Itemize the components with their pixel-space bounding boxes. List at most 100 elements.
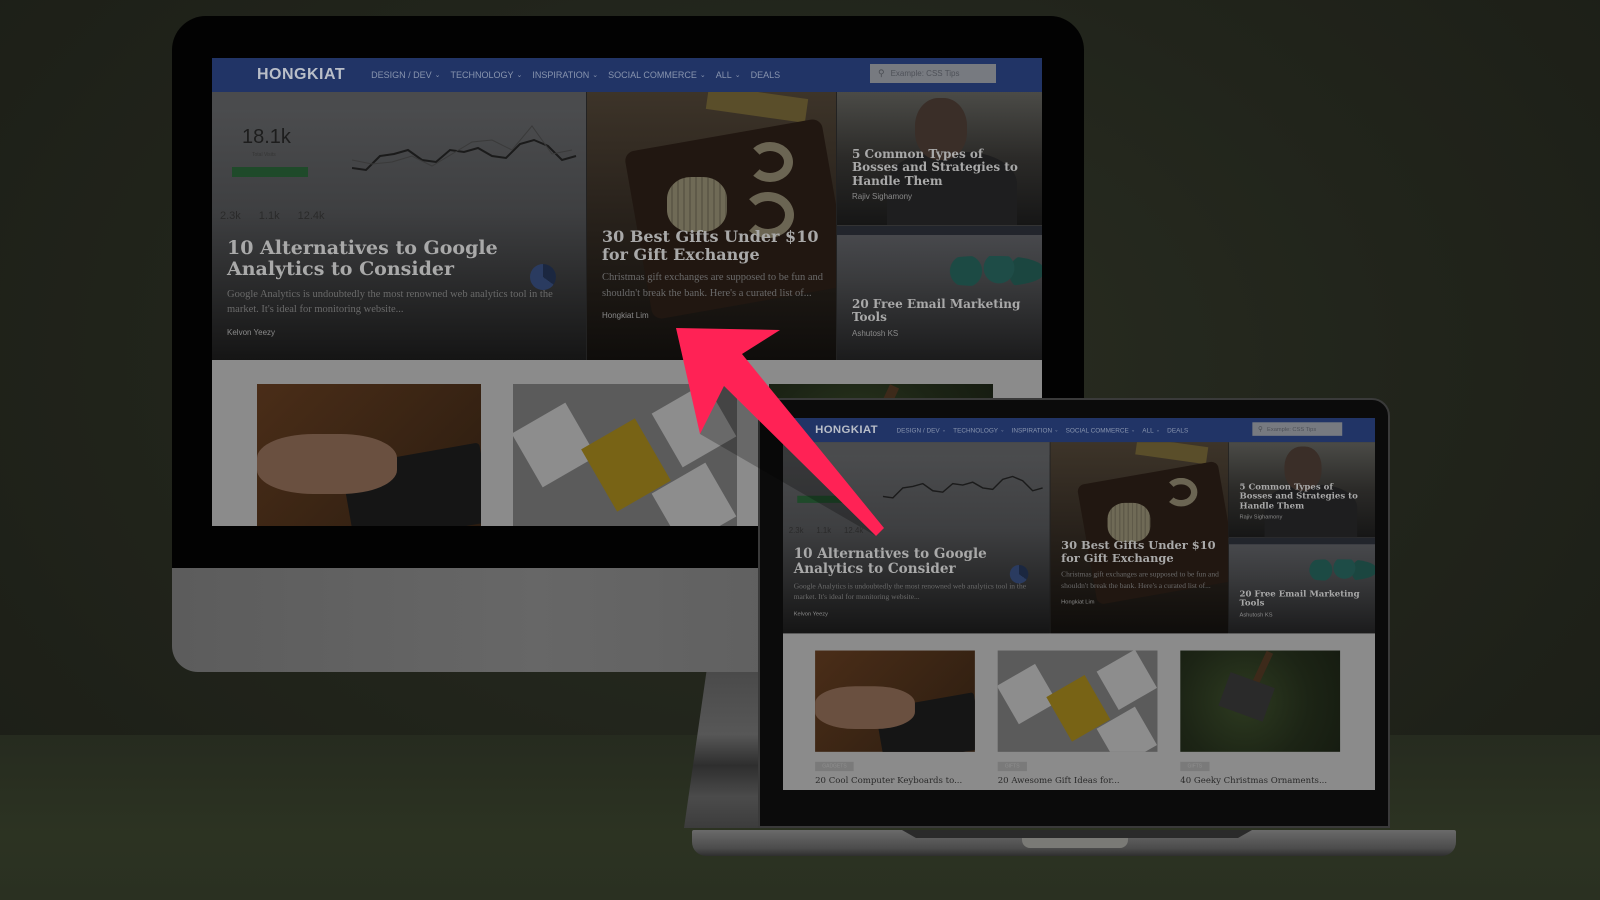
nav-label: DESIGN / DEV — [371, 70, 432, 80]
dashboard-total-visits: 18.1k — [242, 126, 291, 148]
website: HONGKIAT DESIGN / DEV ⌄ TECHNOLOGY ⌄ INSPI… — [783, 418, 1375, 790]
featured-post-author[interactable]: Hongkiat Lim — [602, 311, 824, 320]
nav-label: DEALS — [750, 70, 781, 80]
nav-label: ALL — [715, 70, 732, 80]
calendar-card-image — [1096, 650, 1158, 710]
post-card[interactable]: Gadgets 20 Cool Computer Keyboards to... — [257, 384, 481, 526]
dashboard-line-chart — [352, 125, 577, 172]
site-logo[interactable]: HONGKIAT — [815, 424, 878, 437]
featured-post-3[interactable]: 5 Common Types of Bosses and Strategies … — [1228, 442, 1375, 538]
featured-post-author[interactable]: Kelvon Yeezy — [794, 611, 1042, 617]
post-card-title[interactable]: 20 Cool Computer Keyboards to... — [815, 775, 975, 785]
dashboard-stats: 2.3k 1.1k 12.4k — [220, 210, 325, 222]
chevron-down-icon: ⌄ — [699, 72, 706, 79]
category-badge[interactable]: Gifts — [1180, 761, 1210, 772]
nav-item-inspiration[interactable]: INSPIRATION ⌄ — [1012, 427, 1059, 434]
featured-post-author[interactable]: Ashutosh KS — [1240, 611, 1367, 617]
featured-post-author[interactable]: Hongkiat Lim — [1061, 599, 1219, 605]
post-thumbnail-keyboard[interactable] — [257, 384, 481, 526]
search-icon: ⚲ — [878, 68, 885, 78]
featured-post-text: 5 Common Types of Bosses and Strategies … — [1240, 482, 1367, 521]
featured-post-text: 10 Alternatives to Google Analytics to C… — [227, 237, 574, 337]
featured-post-author[interactable]: Kelvon Yeezy — [227, 328, 574, 337]
featured-post-text: 5 Common Types of Bosses and Strategies … — [852, 147, 1030, 201]
chevron-down-icon: ⌄ — [941, 427, 947, 433]
featured-post-text: 30 Best Gifts Under $10 for Gift Exchang… — [602, 228, 824, 321]
featured-post-1[interactable]: 18.1k Total Visits 2.3k 1.1k 12.4k 10 Al… — [212, 92, 586, 360]
dashboard-stat: 1.1k — [816, 526, 832, 535]
dashboard-stats: 2.3k 1.1k 12.4k — [789, 526, 864, 535]
dashboard-green-button — [797, 495, 852, 503]
site-logo[interactable]: HONGKIAT — [257, 66, 345, 84]
post-thumbnail-ornament[interactable] — [1180, 650, 1341, 752]
search-placeholder: Example: CSS Tips — [1267, 425, 1317, 433]
chevron-down-icon: ⌄ — [592, 72, 599, 79]
search-input[interactable]: ⚲ Example: CSS Tips — [870, 64, 996, 83]
post-grid: Gadgets 20 Cool Computer Keyboards to...… — [783, 633, 1375, 790]
search-input[interactable]: ⚲ Example: CSS Tips — [1252, 422, 1343, 436]
post-card[interactable]: Gifts 40 Geeky Christmas Ornaments... — [1180, 650, 1341, 790]
email-template-image — [933, 256, 1042, 286]
email-template-image — [1297, 559, 1375, 581]
post-card[interactable]: Gifts 20 Awesome Gift Ideas for... — [997, 650, 1158, 790]
nav-item-design-dev[interactable]: DESIGN / DEV ⌄ — [371, 70, 440, 80]
email-tool-toolbar — [837, 226, 1042, 235]
category-badge[interactable]: Gadgets — [815, 761, 854, 772]
butter-curl-image — [1107, 502, 1151, 543]
dashboard-green-button — [232, 167, 308, 177]
featured-posts: 2.3k 1.1k 12.4k 10 Alternatives to Googl… — [783, 442, 1375, 634]
featured-post-author[interactable]: Rajiv Sighamony — [852, 192, 1030, 201]
featured-post-4[interactable]: 20 Free Email Marketing Tools Ashutosh K… — [837, 226, 1042, 360]
nav-item-all[interactable]: ALL ⌄ — [716, 70, 741, 80]
dashboard-toolbar — [212, 92, 586, 110]
featured-post-title[interactable]: 10 Alternatives to Google Analytics to C… — [794, 546, 1042, 576]
cheese-image — [705, 92, 809, 123]
featured-post-title[interactable]: 5 Common Types of Bosses and Strategies … — [1240, 482, 1367, 511]
hands-image — [257, 434, 397, 494]
featured-post-text: 10 Alternatives to Google Analytics to C… — [794, 546, 1042, 617]
featured-post-title[interactable]: 5 Common Types of Bosses and Strategies … — [852, 147, 1030, 188]
chevron-down-icon: ⌄ — [1054, 427, 1059, 433]
featured-side-column: 5 Common Types of Bosses and Strategies … — [836, 92, 1042, 360]
featured-post-text: 30 Best Gifts Under $10 for Gift Exchang… — [1061, 539, 1219, 605]
featured-post-2[interactable]: 30 Best Gifts Under $10 for Gift Exchang… — [1049, 442, 1229, 634]
featured-post-excerpt: Google Analytics is undoubtedly the most… — [793, 582, 1027, 602]
featured-post-2[interactable]: 30 Best Gifts Under $10 for Gift Exchang… — [586, 92, 836, 360]
dashboard-stat: 12.4k — [844, 526, 864, 535]
calendar-card-image — [513, 402, 597, 488]
nav-item-deals[interactable]: DEALS — [751, 70, 781, 80]
featured-post-excerpt: Christmas gift exchanges are supposed to… — [602, 271, 824, 299]
featured-post-author[interactable]: Ashutosh KS — [852, 329, 1030, 338]
post-card-title[interactable]: 20 Awesome Gift Ideas for... — [998, 775, 1158, 785]
post-thumbnail-calendar[interactable] — [997, 650, 1158, 752]
nav-item-social-commerce[interactable]: SOCIAL COMMERCE ⌄ — [608, 70, 706, 80]
featured-post-title[interactable]: 30 Best Gifts Under $10 for Gift Exchang… — [602, 228, 824, 264]
nav-item-inspiration[interactable]: INSPIRATION ⌄ — [532, 70, 598, 80]
featured-post-4[interactable]: 20 Free Email Marketing Tools Ashutosh K… — [1228, 537, 1375, 634]
nav-label: INSPIRATION — [532, 70, 590, 80]
post-thumbnail-keyboard[interactable] — [815, 650, 975, 752]
dashboard-stat: 1.1k — [258, 210, 280, 222]
featured-side-column: 5 Common Types of Bosses and Strategies … — [1228, 442, 1375, 634]
nav-label: INSPIRATION — [1011, 426, 1053, 434]
nav-item-design-dev[interactable]: DESIGN / DEV ⌄ — [897, 427, 946, 434]
nav-item-social-commerce[interactable]: SOCIAL COMMERCE ⌄ — [1066, 427, 1136, 434]
nav-item-all[interactable]: ALL ⌄ — [1142, 427, 1160, 434]
dashboard-stat: 2.3k — [788, 526, 804, 535]
laptop-screen: HONGKIAT DESIGN / DEV ⌄ TECHNOLOGY ⌄ INSPI… — [783, 418, 1375, 790]
featured-post-author[interactable]: Rajiv Sighamony — [1240, 514, 1367, 520]
nav-item-technology[interactable]: TECHNOLOGY ⌄ — [451, 70, 523, 80]
post-card-title[interactable]: 40 Geeky Christmas Ornaments... — [1180, 775, 1340, 785]
featured-post-title[interactable]: 20 Free Email Marketing Tools — [852, 297, 1030, 325]
nav-item-deals[interactable]: DEALS — [1167, 427, 1188, 434]
category-badge[interactable]: Gifts — [997, 761, 1027, 772]
featured-post-title[interactable]: 30 Best Gifts Under $10 for Gift Exchang… — [1061, 539, 1219, 565]
featured-post-1[interactable]: 2.3k 1.1k 12.4k 10 Alternatives to Googl… — [783, 442, 1050, 634]
featured-post-3[interactable]: 5 Common Types of Bosses and Strategies … — [837, 92, 1042, 226]
nav-item-technology[interactable]: TECHNOLOGY ⌄ — [953, 427, 1004, 434]
post-card[interactable]: Gadgets 20 Cool Computer Keyboards to... — [815, 650, 975, 790]
search-icon: ⚲ — [1258, 425, 1263, 433]
featured-post-title[interactable]: 20 Free Email Marketing Tools — [1240, 589, 1367, 608]
dashboard-toolbar — [783, 442, 1050, 456]
featured-post-title[interactable]: 10 Alternatives to Google Analytics to C… — [227, 237, 574, 281]
